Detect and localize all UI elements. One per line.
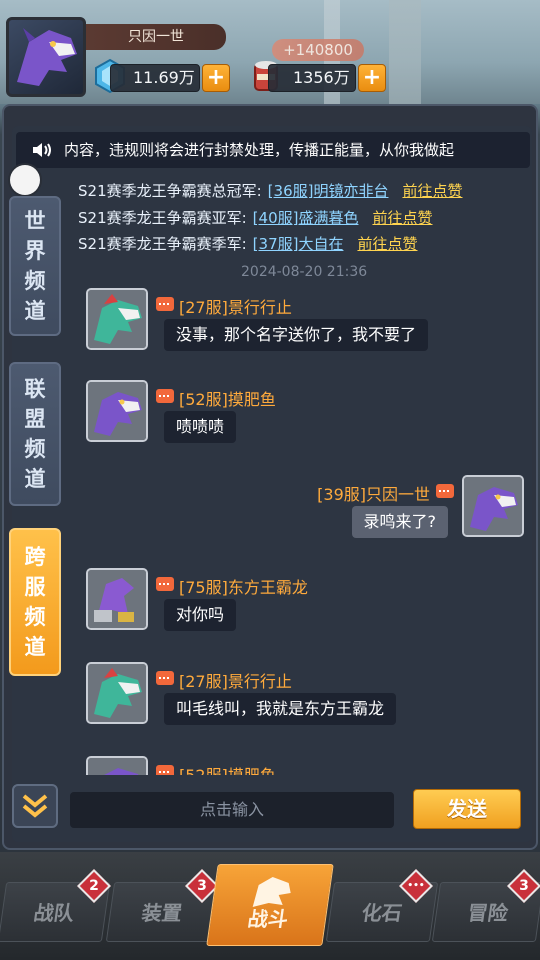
chat-message: [75服]东方王霸龙 对你吗 [86, 568, 506, 638]
sender-name[interactable]: [75服]东方王霸龙 [179, 574, 308, 598]
sender-name[interactable]: [27服]景行行止 [179, 294, 292, 318]
chat-message: [27服]景行行止 叫毛线叫，我就是东方王霸龙 [86, 662, 506, 732]
announcement-title: S21赛季龙王争霸赛总冠军: [78, 182, 262, 200]
send-button[interactable]: 发送 [413, 789, 521, 829]
tab-label-char: 道 [24, 467, 46, 491]
chat-bubble-icon [436, 484, 454, 498]
tab-label-char: 频 [24, 437, 46, 461]
system-announcement-line: S21赛季龙王争霸赛总冠军: [36服]明镜亦非台 前往点赞 [78, 180, 462, 201]
badge-count: ••• [407, 881, 425, 891]
announcement-title: S21赛季龙王争霸赛亚军: [78, 209, 247, 227]
chat-message: [52服]摸肥鱼 啧啧啧 [86, 380, 506, 450]
tab-label-char: 道 [24, 635, 46, 659]
nav-label: 化石 [360, 901, 404, 925]
dino-head-icon [252, 877, 291, 907]
sender-avatar[interactable] [86, 288, 148, 350]
chat-message-self: [39服]只因一世 录鸣来了? [66, 475, 526, 545]
tab-label-char: 联 [24, 377, 46, 401]
message-bubble: 没事，那个名字送你了，我不要了 [164, 319, 429, 351]
player-link[interactable]: [36服]明镜亦非台 [268, 182, 389, 200]
chat-bubble-icon [156, 389, 174, 403]
badge-count: 2 [89, 878, 99, 894]
add-gems-button[interactable]: + [202, 64, 230, 92]
badge-count: 3 [519, 878, 529, 894]
sender-avatar[interactable] [462, 475, 524, 537]
sender-avatar[interactable] [86, 568, 148, 630]
chat-bubble-icon [156, 765, 174, 775]
like-link[interactable]: 前往点赞 [372, 209, 432, 227]
player-link[interactable]: [40服]盛满暮色 [253, 209, 359, 227]
purple-dino-icon [88, 758, 146, 775]
like-link[interactable]: 前往点赞 [357, 235, 417, 253]
sender-avatar[interactable] [86, 380, 148, 442]
green-dino-icon [88, 664, 146, 722]
chat-input[interactable]: 点击输入 [70, 792, 394, 828]
badge-count: 3 [197, 878, 207, 894]
power-gain-badge: +140800 [272, 39, 364, 61]
chat-bubble-icon [156, 577, 174, 591]
chat-message: [52服]摸肥鱼 [86, 756, 506, 775]
message-bubble: 对你吗 [164, 599, 237, 631]
purple-dino-icon [88, 382, 146, 440]
top-bar: 只因一世 +140800 11.69万 + 1356万 + [0, 0, 540, 104]
like-link[interactable]: 前往点赞 [402, 182, 462, 200]
tab-cross-server-channel[interactable]: 跨 服 频 道 [9, 528, 61, 676]
player-name: 只因一世 [86, 24, 226, 50]
marquee-text: 内容，违规则将会进行封禁处理，传播正能量，从你我做起 [64, 141, 455, 159]
purple-dino-icon [464, 477, 522, 535]
scroll-to-bottom-button[interactable] [12, 784, 58, 828]
bottom-navigation: 战队 2 装置 3 战斗 化石 ••• 冒险 3 [0, 852, 540, 960]
announcement-marquee: 内容，违规则将会进行封禁处理，传播正能量，从你我做起 [16, 132, 530, 168]
tab-world-channel[interactable]: 世 界 频 道 [9, 196, 61, 336]
double-chevron-down-icon [22, 794, 48, 818]
announcement-title: S21赛季龙王争霸赛季军: [78, 235, 247, 253]
speaker-icon [33, 143, 51, 157]
tab-label-char: 跨 [24, 545, 46, 569]
tab-label-char: 道 [24, 299, 46, 323]
tab-label-char: 盟 [24, 407, 46, 431]
message-timestamp: 2024-08-20 21:36 [241, 264, 368, 280]
sender-name[interactable]: [52服]摸肥鱼 [179, 386, 276, 410]
gem-count: 11.69万 [110, 64, 200, 92]
nav-label: 战队 [32, 901, 76, 925]
message-bubble: 叫毛线叫，我就是东方王霸龙 [164, 693, 397, 725]
system-announcement-line: S21赛季龙王争霸赛季军: [37服]大自在 前往点赞 [78, 233, 417, 254]
mech-dino-icon [88, 570, 146, 628]
tab-label-char: 世 [24, 209, 46, 233]
message-bubble: 啧啧啧 [164, 411, 237, 443]
purple-dino-icon [17, 28, 77, 86]
chat-message: [27服]景行行止 没事，那个名字送你了，我不要了 [86, 288, 506, 358]
can-count: 1356万 [268, 64, 356, 92]
message-bubble: 录鸣来了? [351, 506, 448, 538]
player-link[interactable]: [37服]大自在 [253, 235, 344, 253]
chat-message-list[interactable]: S21赛季龙王争霸赛总冠军: [36服]明镜亦非台 前往点赞 S21赛季龙王争霸赛亚… [66, 170, 526, 775]
tab-label-char: 频 [24, 605, 46, 629]
tab-alliance-channel[interactable]: 联 盟 频 道 [9, 362, 61, 506]
nav-label: 装置 [140, 901, 184, 925]
tab-label-char: 服 [24, 575, 46, 599]
chat-bubble-icon [156, 297, 174, 311]
sender-name[interactable]: [52服]摸肥鱼 [179, 762, 276, 775]
player-avatar[interactable] [6, 17, 86, 97]
system-announcement-line: S21赛季龙王争霸赛亚军: [40服]盛满暮色 前往点赞 [78, 207, 432, 228]
sender-avatar[interactable] [86, 756, 148, 775]
tab-label-char: 界 [24, 239, 46, 263]
sender-name[interactable]: [27服]景行行止 [179, 668, 292, 692]
nav-battle-button[interactable]: 战斗 [206, 864, 334, 946]
green-dino-icon [88, 290, 146, 348]
nav-label: 冒险 [466, 901, 510, 925]
chat-bubble-icon [156, 671, 174, 685]
add-cans-button[interactable]: + [358, 64, 386, 92]
notification-dot[interactable] [10, 165, 40, 195]
sender-avatar[interactable] [86, 662, 148, 724]
tab-label-char: 频 [24, 269, 46, 293]
sender-name[interactable]: [39服]只因一世 [317, 481, 430, 505]
